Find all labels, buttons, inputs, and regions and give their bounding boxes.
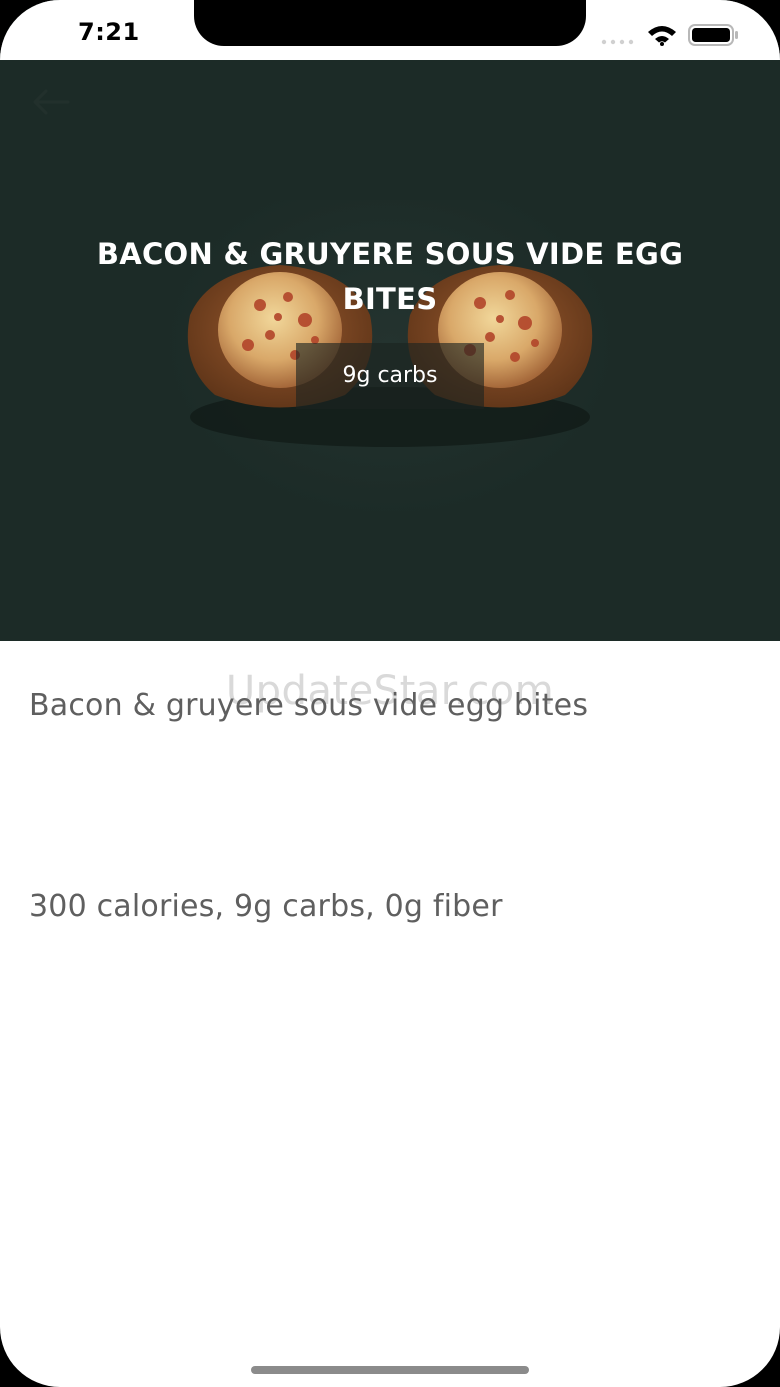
recipe-title: BACON & GRUYERE SOUS VIDE EGG BITES (96, 237, 684, 316)
item-name: Bacon & gruyere sous vide egg bites (29, 688, 589, 723)
battery-icon (688, 24, 738, 46)
app-screen: BACON & GRUYERE SOUS VIDE EGG BITES 9g c… (0, 0, 780, 1387)
hero-image-section: BACON & GRUYERE SOUS VIDE EGG BITES 9g c… (0, 0, 780, 641)
signal-icon (601, 39, 634, 45)
home-indicator[interactable] (251, 1366, 529, 1374)
nutrition-summary: 300 calories, 9g carbs, 0g fiber (29, 889, 503, 924)
status-time: 7:21 (78, 18, 140, 46)
back-arrow-icon[interactable] (28, 86, 72, 118)
wifi-icon (648, 26, 676, 46)
status-bar: 7:21 (0, 0, 780, 60)
device-notch (194, 0, 586, 46)
carbs-badge: 9g carbs (296, 343, 484, 409)
